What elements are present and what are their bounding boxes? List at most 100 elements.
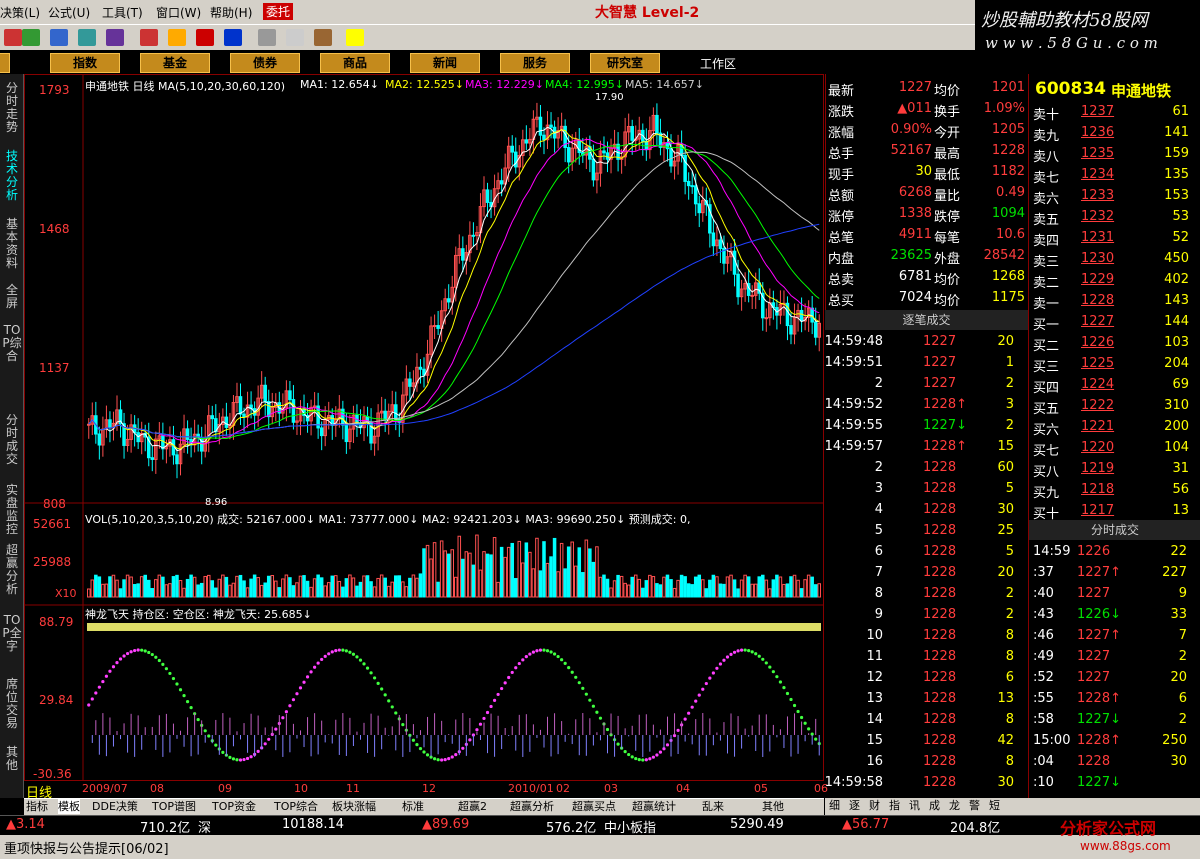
book-icon[interactable]: [314, 29, 332, 46]
nav-fund[interactable]: 基金: [140, 53, 210, 73]
menu-item-help[interactable]: 帮助(H): [210, 4, 252, 21]
vtab-intraday[interactable]: 分时走势: [2, 82, 22, 134]
level-price: 1224: [1081, 377, 1115, 392]
btab[interactable]: 乱来: [702, 799, 724, 814]
bid-row[interactable]: 买七 1220 104: [1029, 438, 1200, 459]
workspace-label[interactable]: 工作区: [700, 55, 736, 72]
diamond-icon[interactable]: [168, 29, 186, 46]
help-pointer-icon[interactable]: [346, 29, 364, 46]
trade-row: 2 1227 2: [825, 374, 1028, 395]
vtab-technical[interactable]: 技术分析: [2, 150, 22, 202]
vtab-top[interactable]: TOP综合: [2, 324, 22, 363]
copy-icon[interactable]: [50, 29, 68, 46]
bid-row[interactable]: 买三 1225 204: [1029, 354, 1200, 375]
info-icon[interactable]: [140, 29, 158, 46]
vtab-topall[interactable]: TOP全字: [2, 614, 22, 653]
nav-commodity[interactable]: 商品: [320, 53, 390, 73]
right-tab[interactable]: 警: [969, 798, 980, 813]
print-icon[interactable]: [258, 29, 276, 46]
bid-row[interactable]: 买四 1224 69: [1029, 375, 1200, 396]
nav-research[interactable]: 研究室: [590, 53, 660, 73]
vtab-monitor[interactable]: 实盘监控: [2, 484, 22, 536]
ask-row[interactable]: 卖六 1233 153: [1029, 186, 1200, 207]
right-tab[interactable]: 讯: [909, 798, 920, 813]
menu-item-decision[interactable]: 决策(L): [0, 4, 40, 21]
btab-active[interactable]: 模板: [58, 799, 80, 814]
ask-row[interactable]: 卖十 1237 61: [1029, 102, 1200, 123]
window-icon[interactable]: [286, 29, 304, 46]
chart-area[interactable]: 申通地铁 日线 MA(5,10,20,30,60,120) MA1: 12.65…: [24, 74, 824, 798]
chart-svg[interactable]: [25, 75, 823, 781]
btab[interactable]: DDE决策: [92, 799, 138, 814]
right-tab[interactable]: 细: [829, 798, 840, 813]
right-tab[interactable]: 龙: [949, 798, 960, 813]
nav-news[interactable]: 新闻: [410, 53, 480, 73]
right-tab[interactable]: 财: [869, 798, 880, 813]
vtab-ticks[interactable]: 分时成交: [2, 414, 22, 466]
ask-row[interactable]: 卖七 1234 135: [1029, 165, 1200, 186]
vtab-seats[interactable]: 席位交易: [2, 678, 22, 730]
ask-row[interactable]: 卖八 1235 159: [1029, 144, 1200, 165]
btab[interactable]: 超赢2: [458, 799, 487, 814]
btab[interactable]: 超赢统计: [632, 799, 676, 814]
ask-row[interactable]: 卖二 1229 402: [1029, 270, 1200, 291]
menu-item-window[interactable]: 窗口(W): [156, 4, 201, 21]
volume-bar: [768, 588, 772, 598]
btab[interactable]: 其他: [762, 799, 784, 814]
indicator-point: [676, 728, 680, 732]
btab[interactable]: TOP综合: [274, 799, 318, 814]
bid-row[interactable]: 买一 1227 144: [1029, 312, 1200, 333]
btab[interactable]: 超赢分析: [510, 799, 554, 814]
vtab-analysis[interactable]: 超赢分析: [2, 544, 22, 596]
globe-icon[interactable]: [224, 29, 242, 46]
btab[interactable]: TOP资金: [212, 799, 256, 814]
flag-icon[interactable]: [4, 29, 22, 46]
btab[interactable]: TOP谱图: [152, 799, 196, 814]
nav-stock[interactable]: 股: [0, 53, 10, 73]
btab[interactable]: 指标: [26, 799, 48, 814]
right-tab[interactable]: 逐: [849, 798, 860, 813]
ask-row[interactable]: 卖九 1236 141: [1029, 123, 1200, 144]
ind-tick-high: 88.79: [39, 615, 74, 629]
right-tab[interactable]: 成: [929, 798, 940, 813]
quote-label: 外盘: [934, 252, 961, 267]
tag-icon[interactable]: [22, 29, 40, 46]
vtab-fundamentals[interactable]: 基本资料: [2, 218, 22, 270]
bid-row[interactable]: 买九 1218 56: [1029, 480, 1200, 501]
ask-row[interactable]: 卖三 1230 450: [1029, 249, 1200, 270]
volume-bar: [796, 579, 800, 598]
bid-row[interactable]: 买六 1221 200: [1029, 417, 1200, 438]
quote-row: 现手 30 最低 1182: [826, 162, 1029, 183]
ask-row[interactable]: 卖四 1231 52: [1029, 228, 1200, 249]
volume-bar: [101, 583, 105, 598]
btab[interactable]: 标准: [402, 799, 424, 814]
trade-list[interactable]: 逐笔成交 14:59:48 1227 20 14:59:51 1227 1 2 1227 2 14…: [825, 310, 1028, 798]
menu-item-trade[interactable]: 委托: [263, 3, 294, 20]
refresh-icon[interactable]: [196, 29, 214, 46]
candle-series: [87, 102, 821, 479]
right-tab[interactable]: 短: [989, 798, 1000, 813]
site-url: www.88gs.com: [1080, 839, 1171, 853]
tick-time: :46: [1033, 628, 1054, 643]
menu-item-formula[interactable]: 公式(U): [48, 4, 90, 21]
nav-bond[interactable]: 债券: [230, 53, 300, 73]
vtab-other[interactable]: 其他: [2, 746, 22, 772]
bid-row[interactable]: 买五 1222 310: [1029, 396, 1200, 417]
ask-row[interactable]: 卖一 1228 143: [1029, 291, 1200, 312]
bid-row[interactable]: 买十 1217 13: [1029, 501, 1200, 522]
binoculars-icon[interactable]: [78, 29, 96, 46]
btab[interactable]: 超赢买点: [572, 799, 616, 814]
nav-service[interactable]: 服务: [500, 53, 570, 73]
bid-row[interactable]: 买八 1219 31: [1029, 459, 1200, 480]
right-tab[interactable]: 指: [889, 798, 900, 813]
menu-item-tools[interactable]: 工具(T): [102, 4, 143, 21]
bid-row[interactable]: 买二 1226 103: [1029, 333, 1200, 354]
indicator-point: [538, 648, 543, 652]
ask-row[interactable]: 卖五 1232 53: [1029, 207, 1200, 228]
nav-index[interactable]: 指数: [50, 53, 120, 73]
tick-list[interactable]: 分时成交 14:59 1226 22:37 1227↑ 227:40 1227 9:43 12…: [1028, 520, 1200, 798]
btab[interactable]: 板块涨幅: [332, 799, 376, 814]
compass-icon[interactable]: [106, 29, 124, 46]
vtab-fullscreen[interactable]: 全屏: [2, 284, 22, 310]
notice-text[interactable]: 重项快报与公告提示[06/02]: [4, 838, 169, 857]
